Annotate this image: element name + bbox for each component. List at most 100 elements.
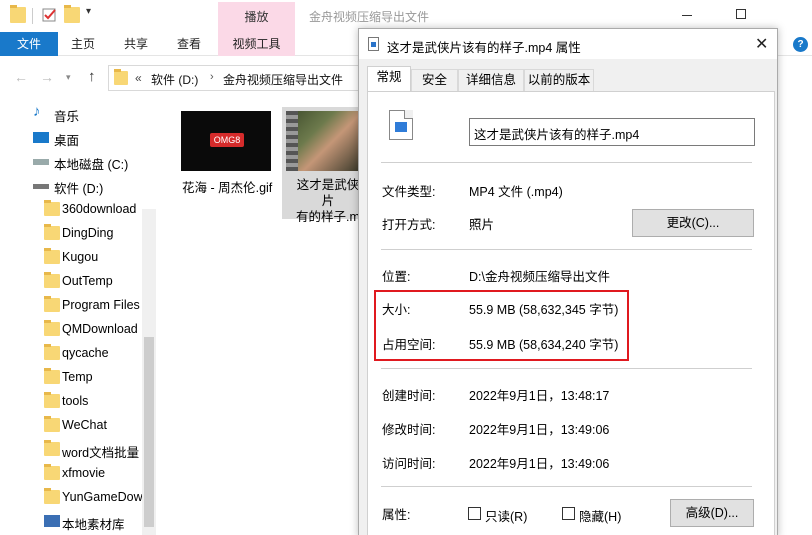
tab-file[interactable]: 文件	[0, 32, 58, 56]
attributes-label: 属性:	[382, 508, 411, 522]
tab-security[interactable]: 安全	[411, 69, 458, 91]
modified-label: 修改时间:	[382, 423, 436, 437]
created-value: 2022年9月1日，13:48:17	[469, 389, 610, 403]
modified-value: 2022年9月1日，13:49:06	[469, 423, 610, 437]
maximize-icon[interactable]	[736, 9, 746, 19]
chevron-right-icon[interactable]: ›	[210, 71, 214, 83]
new-folder-icon[interactable]	[64, 7, 80, 23]
tab-home[interactable]: 主页	[58, 32, 108, 56]
properties-dialog: 这才是武侠片该有的样子.mp4 属性 ✕ 常规 安全 详细信息 以前的版本 这才…	[358, 28, 778, 535]
sidebar-item-drive-c[interactable]: 本地磁盘 (C:)	[0, 150, 142, 174]
highlight-box	[374, 290, 629, 361]
navigation-pane: ♪ 音乐 桌面 本地磁盘 (C:) 软件 (D:) 360download Di…	[0, 99, 156, 535]
sidebar-scrollbar-thumb[interactable]	[144, 337, 154, 527]
up-arrow-icon[interactable]: ↑	[88, 68, 96, 85]
folder-icon	[44, 394, 60, 408]
divider	[32, 8, 33, 24]
dialog-tabs: 常规 安全 详细信息 以前的版本	[359, 59, 777, 92]
folder-icon	[44, 442, 60, 456]
sidebar-item-music[interactable]: ♪ 音乐	[0, 102, 142, 126]
tab-view[interactable]: 查看	[164, 32, 214, 56]
back-arrow-icon[interactable]: ←	[14, 69, 28, 85]
readonly-label[interactable]: 只读(R)	[485, 506, 527, 525]
film-strip-icon	[286, 111, 298, 171]
image-file-icon	[389, 110, 413, 140]
file-name-field[interactable]: 这才是武侠片该有的样子.mp4	[469, 118, 755, 146]
folder-icon	[44, 250, 60, 264]
folder-icon	[44, 202, 60, 216]
divider	[381, 249, 752, 250]
sidebar-item-drive-d[interactable]: 软件 (D:)	[0, 174, 142, 198]
help-icon[interactable]: ?	[793, 37, 808, 52]
drive-icon	[33, 184, 49, 189]
sidebar-item-dingding[interactable]: DingDing	[0, 222, 142, 246]
open-with-label: 打开方式:	[382, 218, 436, 232]
breadcrumb-overflow[interactable]: «	[135, 71, 142, 85]
sidebar-item-program-files[interactable]: Program Files	[0, 294, 142, 318]
location-label: 位置:	[382, 270, 411, 284]
sidebar-item-360download[interactable]: 360download	[0, 198, 142, 222]
tab-share[interactable]: 共享	[108, 32, 164, 56]
close-icon[interactable]: ✕	[755, 34, 768, 54]
file-type-label: 文件类型:	[382, 185, 436, 199]
sidebar-item-desktop[interactable]: 桌面	[0, 126, 142, 150]
library-icon	[44, 515, 60, 527]
sidebar-item-yungamedow[interactable]: YunGameDow	[0, 486, 143, 510]
dialog-title-bar: 这才是武侠片该有的样子.mp4 属性 ✕	[359, 29, 777, 59]
accessed-label: 访问时间:	[382, 457, 436, 471]
tab-video-tools[interactable]: 视频工具	[218, 32, 295, 56]
file-type-value: MP4 文件 (.mp4)	[469, 185, 563, 199]
divider	[381, 368, 752, 369]
folder-icon	[44, 490, 60, 504]
customize-quick-access-icon[interactable]: ▾	[86, 6, 102, 22]
sidebar-item-temp[interactable]: Temp	[0, 366, 142, 390]
recent-locations-icon[interactable]: ▾	[66, 72, 71, 83]
divider	[381, 162, 752, 163]
hidden-label[interactable]: 隐藏(H)	[579, 506, 621, 525]
tab-details[interactable]: 详细信息	[458, 69, 524, 91]
file-name-line: 有的样子.m	[296, 210, 360, 224]
gif-thumbnail[interactable]: OMG8	[181, 111, 271, 171]
general-panel: 这才是武侠片该有的样子.mp4 文件类型: MP4 文件 (.mp4) 打开方式…	[367, 91, 775, 535]
minimize-icon[interactable]	[682, 15, 692, 16]
forward-arrow-icon[interactable]: →	[40, 69, 54, 85]
sidebar-item-qycache[interactable]: qycache	[0, 342, 142, 366]
sidebar-item-local-library[interactable]: 本地素材库	[0, 510, 142, 534]
tab-general[interactable]: 常规	[367, 66, 411, 92]
sidebar-item-xfmovie[interactable]: xfmovie	[0, 462, 142, 486]
properties-check-icon[interactable]	[42, 7, 58, 23]
file-name-line: 这才是武侠片	[296, 178, 360, 208]
folder-icon	[44, 418, 60, 432]
folder-icon	[44, 346, 60, 360]
breadcrumb-folder[interactable]: 金舟视频压缩导出文件	[223, 71, 343, 88]
folder-icon	[44, 226, 60, 240]
readonly-checkbox[interactable]	[468, 507, 481, 520]
hidden-checkbox[interactable]	[562, 507, 575, 520]
drive-icon	[33, 159, 49, 165]
file-view: OMG8 花海 - 周杰伦.gif 这才是武侠片 有的样子.m	[156, 99, 366, 535]
breadcrumb-drive[interactable]: 软件 (D:)	[151, 71, 198, 88]
sidebar-item-outtemp[interactable]: OutTemp	[0, 270, 142, 294]
advanced-button[interactable]: 高级(D)...	[670, 499, 754, 527]
file-icon	[368, 37, 379, 51]
location-value: D:\金舟视频压缩导出文件	[469, 270, 610, 284]
desktop-icon	[33, 132, 49, 143]
dialog-title: 这才是武侠片该有的样子.mp4 属性	[387, 41, 581, 55]
sidebar-item-kugou[interactable]: Kugou	[0, 246, 142, 270]
folder-icon	[44, 322, 60, 336]
folder-icon	[44, 274, 60, 288]
video-thumbnail[interactable]	[286, 111, 366, 171]
window-title: 金舟视频压缩导出文件	[309, 10, 430, 24]
created-label: 创建时间:	[382, 389, 436, 403]
change-button[interactable]: 更改(C)...	[632, 209, 754, 237]
folder-icon[interactable]	[10, 7, 26, 23]
file-name-selected[interactable]: 这才是武侠片 有的样子.m	[292, 177, 364, 225]
sidebar-item-word-batch[interactable]: word文档批量	[0, 438, 142, 462]
file-name[interactable]: 花海 - 周杰伦.gif	[182, 177, 276, 196]
sidebar-item-tools[interactable]: tools	[0, 390, 142, 414]
tab-previous-versions[interactable]: 以前的版本	[524, 69, 594, 91]
sidebar-item-qmdownload[interactable]: QMDownload	[0, 318, 142, 342]
sidebar-item-wechat[interactable]: WeChat	[0, 414, 142, 438]
thumbnail-logo: OMG8	[210, 133, 244, 147]
accessed-value: 2022年9月1日，13:49:06	[469, 457, 610, 471]
